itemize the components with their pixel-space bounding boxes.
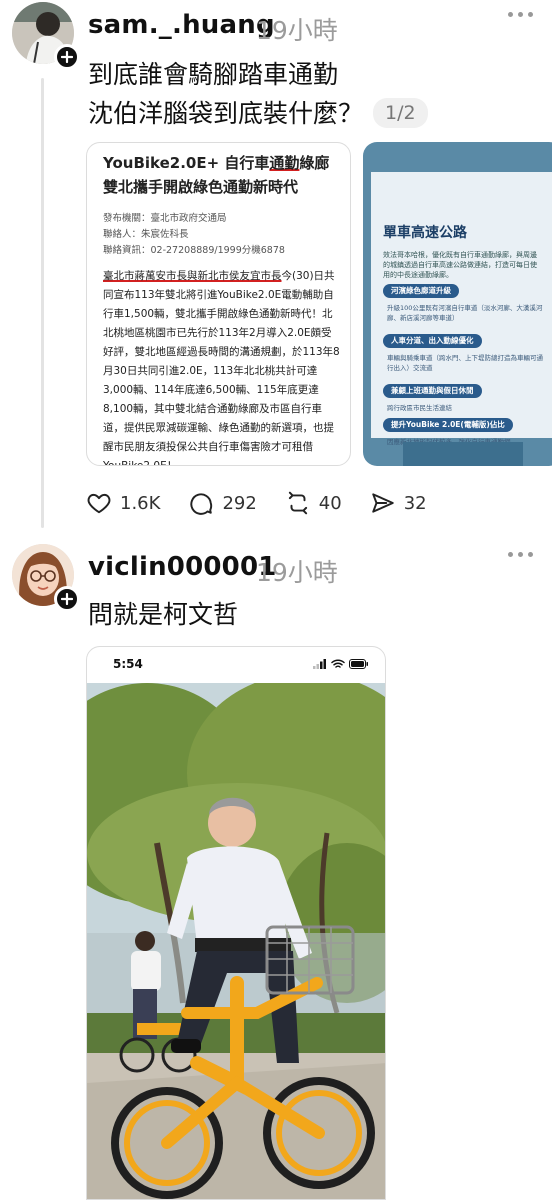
article-body-highlight: 臺北市蔣萬安市長與新北市侯友宜市長 — [103, 270, 282, 282]
timestamp: 19小時 — [256, 16, 338, 45]
more-options-icon[interactable] — [508, 12, 533, 17]
follow-plus-icon[interactable] — [54, 44, 80, 70]
signal-icon — [313, 659, 326, 669]
slide-bar-sub: 車輛與騎乘車道（跨水門、上下堤防總打造為車輛可通行出入）交流道 — [387, 354, 543, 372]
post-text: 問就是柯文哲 — [88, 596, 238, 633]
battery-icon — [349, 659, 368, 669]
post-1: sam._.huang 19小時 到底誰會騎腳踏車通勤 沈伯洋腦袋到底裝什麼？ 1… — [0, 0, 552, 540]
comment-button[interactable]: 292 — [188, 490, 257, 516]
post-text: 到底誰會騎腳踏車通勤 沈伯洋腦袋到底裝什麼？ 1/2 — [88, 56, 428, 132]
article-title-highlight: 通勤 — [269, 154, 300, 172]
comment-icon — [190, 493, 213, 515]
article-body-text: 今(30)日共同宣布113年雙北將引進YouBike2.0E電動輔助自行車1,5… — [103, 270, 340, 466]
action-bar: 1.6K 292 40 32 — [86, 490, 455, 516]
repost-count: 40 — [318, 492, 342, 514]
like-button[interactable]: 1.6K — [86, 490, 160, 516]
avatar-wrap[interactable] — [12, 544, 80, 612]
repost-button[interactable]: 40 — [285, 490, 342, 516]
article-meta-line: 聯絡資訊：02-27208889/1999分機6878 — [103, 245, 285, 256]
slide-bar-sub: 跨行政區市民生活連結 — [387, 404, 452, 412]
avatar-wrap[interactable] — [12, 2, 80, 70]
heart-icon — [87, 493, 111, 514]
slide-bar: 河濱綠色廊道升級 — [383, 284, 459, 298]
username[interactable]: sam._.huang — [88, 10, 275, 40]
article-title: YouBike2.0E+ 自行車通勤綠廊 雙北攜手開啟綠色通勤新時代 — [103, 151, 340, 199]
article-meta: 發布機關：臺北市政府交通局 聯絡人：朱宸佐科長 聯絡資訊：02-27208889… — [103, 211, 340, 259]
thread-line — [41, 78, 44, 528]
like-count: 1.6K — [120, 492, 161, 514]
timestamp: 19小時 — [256, 558, 338, 587]
slide-bar-sub: 升級100公里既有河濱自行車道（淡水河廊、大漢溪河廊、新店溪河廊等車道） — [387, 304, 543, 322]
slide-title: 單車高速公路 — [383, 225, 467, 241]
status-bar-icons — [313, 659, 369, 669]
article-meta-line: 發布機關：臺北市政府交通局 — [103, 213, 227, 224]
article-title-part: YouBike2.0E+ 自行車 — [103, 154, 270, 172]
slide-image[interactable]: 單車高速公路 效法哥本哈根，優化既有自行車通勤綠廊，與周邊的城鎮透過自行車高速公… — [363, 142, 552, 466]
comment-count: 292 — [222, 492, 257, 514]
send-icon — [371, 493, 394, 513]
share-count: 32 — [403, 492, 427, 514]
cyclist-photo-illustration — [87, 683, 385, 1199]
slide-bar: 提升YouBike 2.0E(電輔版)佔比 — [383, 418, 513, 432]
status-bar-time: 5:54 — [113, 657, 143, 671]
post-text-line-2: 沈伯洋腦袋到底裝什麼？ — [88, 99, 364, 128]
post-text-line: 沈伯洋腦袋到底裝什麼？ 1/2 — [88, 95, 428, 132]
article-title-part: 綠廊 — [299, 154, 330, 172]
image-pager-badge: 1/2 — [373, 98, 428, 128]
slide-intro: 效法哥本哈根，優化既有自行車通勤綠廊，與周邊的城鎮透過自行車高速公路做連結，打造… — [383, 251, 537, 279]
slide-bar: 人車分道、出入動線優化 — [383, 334, 482, 348]
article-meta-line: 聯絡人：朱宸佐科長 — [103, 229, 189, 240]
post-text-line: 問就是柯文哲 — [88, 600, 239, 629]
article-subtitle: 雙北攜手開啟綠色通勤新時代 — [103, 178, 299, 196]
phone-screenshot-image[interactable]: 5:54 — [86, 646, 386, 1200]
username[interactable]: viclin000001 — [88, 552, 277, 582]
share-button[interactable]: 32 — [370, 490, 427, 516]
article-image[interactable]: YouBike2.0E+ 自行車通勤綠廊 雙北攜手開啟綠色通勤新時代 發布機關：… — [86, 142, 351, 466]
cyclist-photo — [87, 683, 385, 1199]
slide-bar: 兼顧上班通勤與假日休閒 — [383, 384, 482, 398]
wifi-icon — [331, 659, 345, 668]
repost-icon — [288, 491, 307, 515]
post-text-line: 到底誰會騎腳踏車通勤 — [88, 60, 339, 89]
slide-stand — [403, 442, 523, 466]
more-options-icon[interactable] — [508, 552, 533, 557]
follow-plus-icon[interactable] — [54, 586, 80, 612]
article-body: 臺北市蔣萬安市長與新北市侯友宜市長今(30)日共同宣布113年雙北將引進YouB… — [103, 267, 340, 466]
